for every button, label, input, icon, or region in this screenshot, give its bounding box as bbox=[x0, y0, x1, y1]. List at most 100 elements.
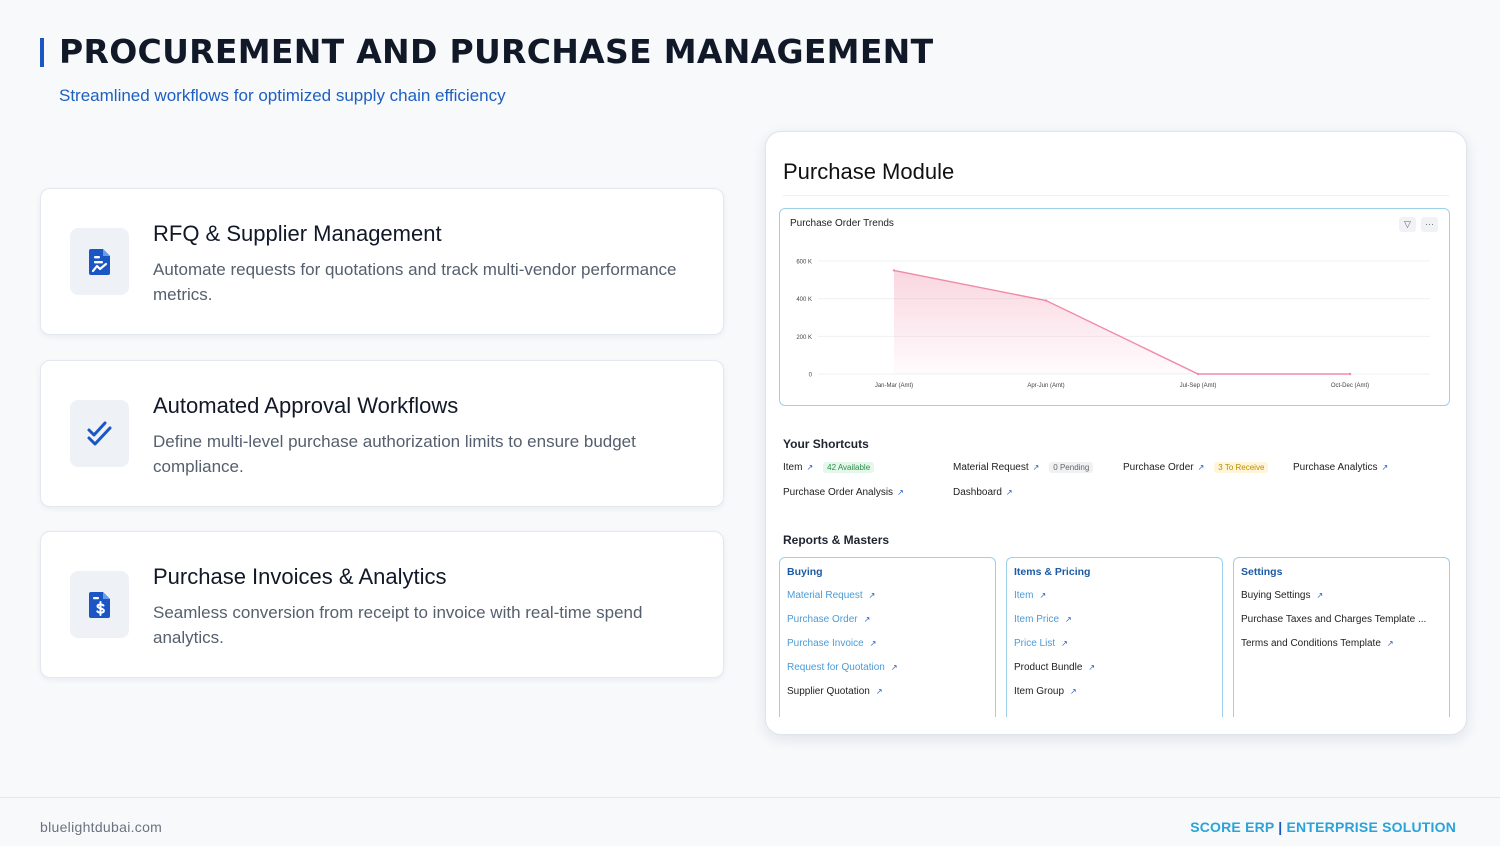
shortcut-label: Purchase Order Analysis bbox=[783, 487, 894, 498]
y-tick-label: 0 bbox=[809, 373, 813, 379]
data-point bbox=[1044, 299, 1048, 302]
master-link[interactable]: Terms and Conditions Template ↗ bbox=[1241, 638, 1394, 649]
masters-card-title: Buying bbox=[787, 566, 823, 578]
footer-website[interactable]: bluelightdubai.com bbox=[40, 819, 162, 835]
status-badge: 42 Available bbox=[823, 462, 875, 473]
x-tick-label: Oct-Dec (Amt) bbox=[1331, 383, 1369, 389]
masters-card-settings: Settings Buying Settings ↗ Purchase Taxes… bbox=[1233, 557, 1450, 717]
shortcut-purchase-order-analysis[interactable]: Purchase Order Analysis ↗ bbox=[783, 487, 904, 498]
arrow-up-right-icon: ↗ bbox=[869, 639, 877, 648]
shortcut-purchase-analytics[interactable]: Purchase Analytics ↗ bbox=[1293, 462, 1388, 473]
arrow-up-right-icon: ↗ bbox=[897, 488, 904, 497]
status-badge: 0 Pending bbox=[1049, 462, 1094, 473]
master-link[interactable]: Item Group ↗ bbox=[1014, 686, 1077, 697]
master-link[interactable]: Product Bundle ↗ bbox=[1014, 662, 1095, 673]
arrow-up-right-icon: ↗ bbox=[1039, 591, 1047, 600]
feature-description: Automate requests for quotations and tra… bbox=[153, 260, 677, 304]
arrow-up-right-icon: ↗ bbox=[1061, 639, 1068, 648]
master-link[interactable]: Purchase Taxes and Charges Template ... bbox=[1241, 614, 1426, 625]
arrow-up-right-icon: ↗ bbox=[1197, 463, 1205, 472]
arrow-up-right-icon: ↗ bbox=[1386, 639, 1394, 648]
link-label: Terms and Conditions Template bbox=[1241, 638, 1381, 649]
x-tick-label: Apr-Jun (Amt) bbox=[1027, 383, 1064, 389]
trend-chart-svg: 0 200 K 400 K 600 K Jan-Mar (Amt) Apr-Jun (Am… bbox=[796, 260, 1430, 389]
double-check-icon bbox=[70, 400, 129, 467]
reports-heading: Reports & Masters bbox=[783, 533, 890, 547]
feature-card-rfq: RFQ & Supplier Management Automate reque… bbox=[40, 188, 724, 335]
master-link[interactable]: Purchase Invoice ↗ bbox=[787, 638, 876, 649]
page-subtitle: Streamlined workflows for optimized supp… bbox=[59, 86, 506, 105]
link-label: Purchase Order bbox=[787, 614, 858, 625]
master-link[interactable]: Buying Settings ↗ bbox=[1241, 590, 1323, 601]
master-link[interactable]: Item Price ↗ bbox=[1014, 614, 1072, 625]
footer-brand: SCORE ERP | ENTERPRISE SOLUTION bbox=[1190, 819, 1456, 835]
purchase-order-trends-chart: 0 200 K 400 K 600 K Jan-Mar (Amt) Apr-Jun (Am… bbox=[779, 208, 1450, 406]
shortcut-label: Material Request bbox=[953, 462, 1029, 473]
module-title: Purchase Module bbox=[783, 159, 955, 184]
chart-title: Purchase Order Trends bbox=[790, 218, 894, 229]
brand-separator: | bbox=[1278, 819, 1283, 835]
arrow-up-right-icon: ↗ bbox=[1032, 463, 1040, 472]
masters-card-buying: Buying Material Request ↗ Purchase Order ↗… bbox=[779, 557, 996, 717]
link-label: Supplier Quotation bbox=[787, 686, 870, 697]
y-tick-label: 200 K bbox=[796, 335, 812, 341]
series-area bbox=[894, 270, 1350, 374]
arrow-up-right-icon: ↗ bbox=[890, 663, 898, 672]
link-label: Purchase Invoice bbox=[787, 638, 864, 649]
masters-card-title: Items & Pricing bbox=[1014, 566, 1091, 578]
arrow-up-right-icon: ↗ bbox=[1070, 687, 1077, 696]
feature-title: RFQ & Supplier Management bbox=[153, 221, 442, 246]
page-title: PROCUREMENT AND PURCHASE MANAGEMENT bbox=[59, 32, 934, 71]
shortcut-label: Item bbox=[783, 462, 803, 473]
x-tick-label: Jan-Mar (Amt) bbox=[875, 383, 913, 389]
link-label: Buying Settings bbox=[1241, 590, 1311, 601]
shortcut-material-request[interactable]: Material Request ↗ 0 Pending bbox=[953, 462, 1094, 473]
data-point bbox=[892, 269, 896, 272]
link-label: Item Group bbox=[1014, 686, 1065, 697]
title-accent-bar bbox=[40, 38, 44, 67]
more-options-icon[interactable]: ··· bbox=[1421, 217, 1438, 232]
module-divider bbox=[783, 195, 1449, 196]
feature-card-invoices: Purchase Invoices & Analytics Seamless c… bbox=[40, 531, 724, 678]
footer-divider bbox=[0, 797, 1500, 798]
filter-icon[interactable]: ▽ bbox=[1399, 217, 1416, 232]
shortcut-purchase-order[interactable]: Purchase Order ↗ 3 To Receive bbox=[1123, 462, 1269, 473]
y-tick-label: 600 K bbox=[796, 260, 812, 266]
master-link[interactable]: Material Request ↗ bbox=[787, 590, 875, 601]
arrow-up-right-icon: ↗ bbox=[806, 463, 814, 472]
arrow-up-right-icon: ↗ bbox=[863, 615, 871, 624]
master-link[interactable]: Purchase Order ↗ bbox=[787, 614, 870, 625]
arrow-up-right-icon: ↗ bbox=[868, 591, 876, 600]
arrow-up-right-icon: ↗ bbox=[1065, 615, 1072, 624]
arrow-up-right-icon: ↗ bbox=[1316, 591, 1324, 600]
x-tick-label: Jul-Sep (Amt) bbox=[1180, 383, 1217, 389]
link-label: Item bbox=[1014, 590, 1034, 601]
shortcut-item[interactable]: Item ↗ 42 Available bbox=[783, 462, 875, 473]
shortcut-label: Purchase Order bbox=[1123, 462, 1194, 473]
link-label: Product Bundle bbox=[1014, 662, 1083, 673]
status-badge: 3 To Receive bbox=[1214, 462, 1269, 473]
arrow-up-right-icon: ↗ bbox=[1088, 663, 1096, 672]
link-label: Purchase Taxes and Charges Template ... bbox=[1241, 614, 1427, 625]
master-link[interactable]: Price List ↗ bbox=[1014, 638, 1068, 649]
feature-title: Purchase Invoices & Analytics bbox=[153, 564, 447, 589]
master-link[interactable]: Supplier Quotation ↗ bbox=[787, 686, 883, 697]
master-link[interactable]: Item ↗ bbox=[1014, 590, 1046, 601]
link-label: Material Request bbox=[787, 590, 863, 601]
shortcut-label: Dashboard bbox=[953, 487, 1002, 498]
invoice-dollar-icon bbox=[70, 571, 129, 638]
masters-card-title: Settings bbox=[1241, 566, 1283, 578]
brand-name: SCORE ERP bbox=[1190, 819, 1275, 835]
arrow-up-right-icon: ↗ bbox=[875, 687, 883, 696]
masters-card-items-pricing: Items & Pricing Item ↗ Item Price ↗ Price … bbox=[1006, 557, 1223, 717]
master-link[interactable]: Request for Quotation ↗ bbox=[787, 662, 898, 673]
feature-title: Automated Approval Workflows bbox=[153, 393, 459, 418]
shortcut-label: Purchase Analytics bbox=[1293, 462, 1378, 473]
y-tick-label: 400 K bbox=[796, 297, 812, 303]
arrow-up-right-icon: ↗ bbox=[1005, 488, 1013, 497]
arrow-up-right-icon: ↗ bbox=[1381, 463, 1389, 472]
data-point bbox=[1196, 372, 1200, 376]
shortcut-dashboard[interactable]: Dashboard ↗ bbox=[953, 487, 1013, 498]
feature-description: Seamless conversion from receipt to invo… bbox=[153, 603, 643, 647]
data-point bbox=[1348, 372, 1352, 376]
